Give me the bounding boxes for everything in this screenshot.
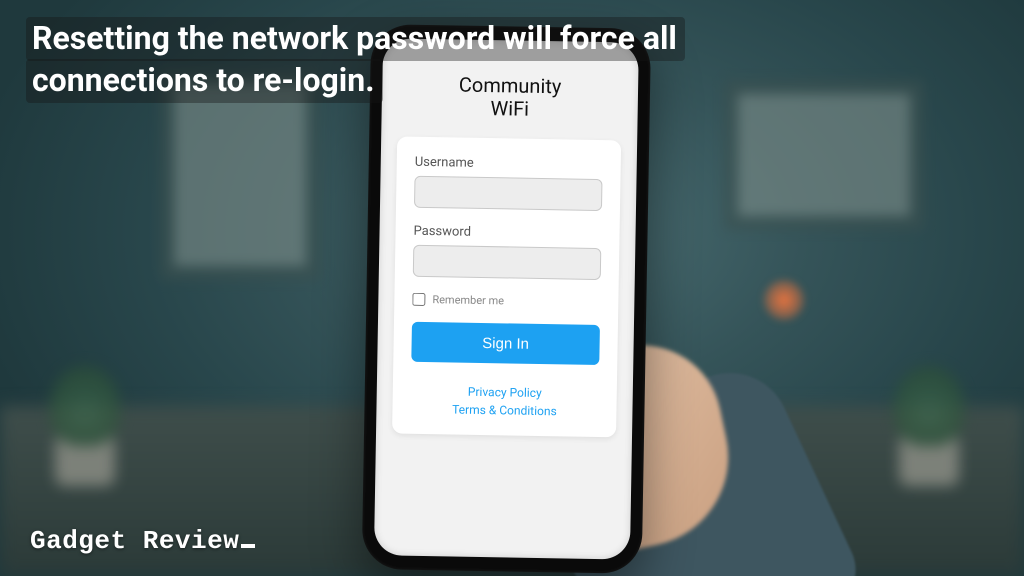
caption-text: Resetting the network password will forc… [26,17,685,103]
wall-frame-decorative [724,80,924,230]
brand-watermark: Gadget Review [30,526,255,556]
phone-screen: Community WiFi Username Password Remembe… [374,38,639,559]
brand-text: Gadget Review [30,526,239,556]
login-card: Username Password Remember me Sign In Pr… [392,136,621,437]
password-input[interactable] [413,245,602,280]
screen-glow-decorative [764,280,804,320]
username-input[interactable] [414,176,603,211]
phone-device: Community WiFi Username Password Remembe… [362,24,651,574]
privacy-policy-link[interactable]: Privacy Policy [411,384,599,401]
remember-me-row[interactable]: Remember me [412,293,600,309]
cursor-icon [241,544,255,548]
footer-links: Privacy Policy Terms & Conditions [410,384,599,419]
sign-in-button[interactable]: Sign In [411,322,600,365]
slide-caption: Resetting the network password will forc… [26,18,746,101]
password-label: Password [413,224,601,242]
remember-me-label: Remember me [432,293,504,307]
remember-me-checkbox[interactable] [412,293,425,306]
username-label: Username [415,155,603,173]
plant-decorative [40,366,130,486]
terms-conditions-link[interactable]: Terms & Conditions [410,402,598,419]
plant-decorative [884,366,974,486]
scene-root: Community WiFi Username Password Remembe… [0,0,1024,576]
